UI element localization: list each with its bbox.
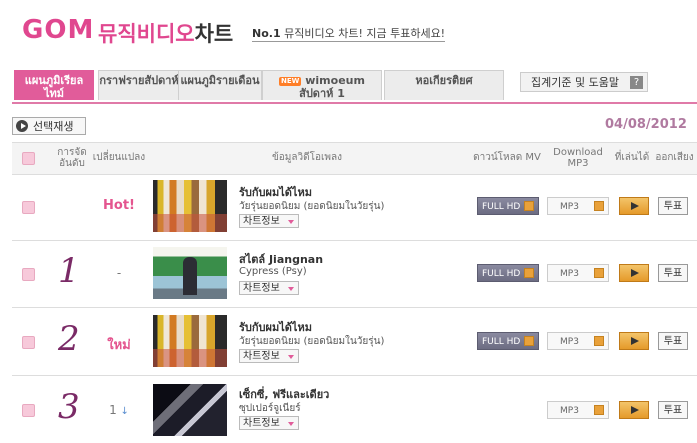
mp3-label: MP3 [560,406,579,416]
col-change: เปลี่ยนแปลง [92,152,146,163]
tab-wimoeum-label: wimoeum สัปดาห์ 1 [299,74,365,100]
chart-info-dropdown[interactable]: 차트정보 [239,281,299,295]
tab-realtime[interactable]: แผนภูมิเรียลไทม์ [14,70,94,100]
chart-info-label: 차트정보 [243,418,280,429]
rank-change: Hot! [103,198,135,213]
table-row: Hot! รับกับผมได้ไหม วัยรุ่นยอดนิยม (ยอดน… [12,174,697,241]
download-icon [524,336,534,346]
tab-weekly[interactable]: กราฟรายสัปดาห์ [98,70,180,100]
rank-change: 1 ↓ [96,403,142,417]
chart-title: 뮤직비디오차트 [98,18,233,48]
chart-info-label: 차트정보 [243,216,280,227]
download-icon [594,336,604,346]
chart-date: 04/08/2012 [605,117,687,132]
col-download-mp3: Download MP3 [553,147,603,169]
mp3-label: MP3 [560,202,579,212]
row-checkbox[interactable] [22,268,35,281]
rank-change: - [116,266,122,280]
help-button[interactable]: 집계기준 및 도움말? [520,72,648,92]
col-download-mv: ดาวน์โหลด MV [473,152,541,163]
full-hd-label: FULL HD [482,337,521,347]
play-circle-icon [16,120,28,132]
video-thumbnail[interactable] [153,180,227,232]
mp3-download-button[interactable]: MP3 [547,401,609,419]
download-icon [524,268,534,278]
gom-logo[interactable]: GOM [22,15,94,45]
row-checkbox[interactable] [22,404,35,417]
tab-hall-of-fame[interactable]: หอเกียรติยศ [384,70,504,100]
tab-monthly[interactable]: แผนภูมิรายเดือน [178,70,262,100]
help-button-label: 집계기준 및 도움말 [531,76,619,89]
play-button[interactable] [619,264,649,282]
chart-info-label: 차트정보 [243,283,280,294]
mp3-download-button[interactable]: MP3 [547,197,609,215]
download-icon [594,268,604,278]
chart-info-dropdown[interactable]: 차트정보 [239,214,299,228]
tab-wimoeum[interactable]: NEW wimoeum สัปดาห์ 1 [262,70,382,100]
chart-info-label: 차트정보 [243,351,280,362]
full-hd-label: FULL HD [482,202,521,212]
dropdown-arrow-icon [288,422,294,426]
arrow-down-icon: ↓ [120,406,129,417]
col-play: ที่เล่นได้ [614,152,650,163]
chart-info-dropdown[interactable]: 차트정보 [239,349,299,363]
chart-title-chart: 차트 [194,22,234,46]
dropdown-arrow-icon [288,355,294,359]
download-icon [594,201,604,211]
rank-change: ใหม่ [107,338,131,353]
video-thumbnail[interactable] [153,384,227,436]
mp3-download-button[interactable]: MP3 [547,264,609,282]
vote-button[interactable]: 투표 [658,264,688,282]
table-header: การจัดอันดับ เปลี่ยนแปลง ข้อมูลวิดีโอเพล… [12,142,697,175]
vote-button[interactable]: 투표 [658,401,688,419]
chart-info-dropdown[interactable]: 차트정보 [239,416,299,430]
video-thumbnail[interactable] [153,315,227,367]
play-button[interactable] [619,197,649,215]
chart-title-music-video: 뮤직비디오 [98,22,195,46]
slogan-no1: No.1 [252,27,281,40]
dropdown-arrow-icon [288,220,294,224]
table-row: 3 1 ↓ เซ็กซี่, ฟรีและเดียว ซุปเปอร์จูเนี… [12,376,697,442]
artist-name[interactable]: Cypress (Psy) [239,266,307,277]
col-rank: การจัดอันดับ [57,147,87,169]
artist-name[interactable]: ซุปเปอร์จูเนียร์ [239,401,301,416]
rank-number: 2 [58,319,80,359]
table-row: 2 ใหม่ รับกับผมได้ไหม วัยรุ่นยอดนิยม (ยอ… [12,308,697,376]
row-checkbox[interactable] [22,336,35,349]
full-hd-download-button[interactable]: FULL HD [477,197,539,215]
question-icon: ? [630,76,643,89]
col-info: ข้อมูลวิดีโอเพลง [271,152,343,163]
full-hd-label: FULL HD [482,269,521,279]
play-button[interactable] [619,401,649,419]
full-hd-download-button[interactable]: FULL HD [477,332,539,350]
full-hd-download-button[interactable]: FULL HD [477,264,539,282]
artist-name[interactable]: วัยรุ่นยอดนิยม (ยอดนิยมในวัยรุ่น) [239,199,384,214]
video-thumbnail[interactable] [153,247,227,299]
download-icon [524,201,534,211]
slogan-text: 뮤직비디오 차트! 지금 투표하세요! [280,27,446,40]
play-selected-label: 선택재생 [33,120,74,133]
new-badge: NEW [279,76,302,86]
mp3-label: MP3 [560,337,579,347]
col-vote: ออกเสียง [655,152,694,163]
mp3-label: MP3 [560,269,579,279]
dropdown-arrow-icon [288,287,294,291]
rank-change-value: 1 [109,403,117,417]
vote-button[interactable]: 투표 [658,197,688,215]
download-icon [594,405,604,415]
rank-number: 1 [58,251,80,291]
artist-name[interactable]: วัยรุ่นยอดนิยม (ยอดนิยมในวัยรุ่น) [239,334,384,349]
rank-number: 3 [58,387,80,427]
select-all-checkbox[interactable] [22,152,35,165]
mp3-download-button[interactable]: MP3 [547,332,609,350]
vote-button[interactable]: 투표 [658,332,688,350]
row-checkbox[interactable] [22,201,35,214]
slogan[interactable]: No.1 뮤직비디오 차트! 지금 투표하세요! [252,25,446,42]
play-button[interactable] [619,332,649,350]
play-selected-button[interactable]: 선택재생 [12,117,86,135]
table-row: 1 - สไตล์ Jiangnan Cypress (Psy) 차트정보 FU… [12,241,697,308]
